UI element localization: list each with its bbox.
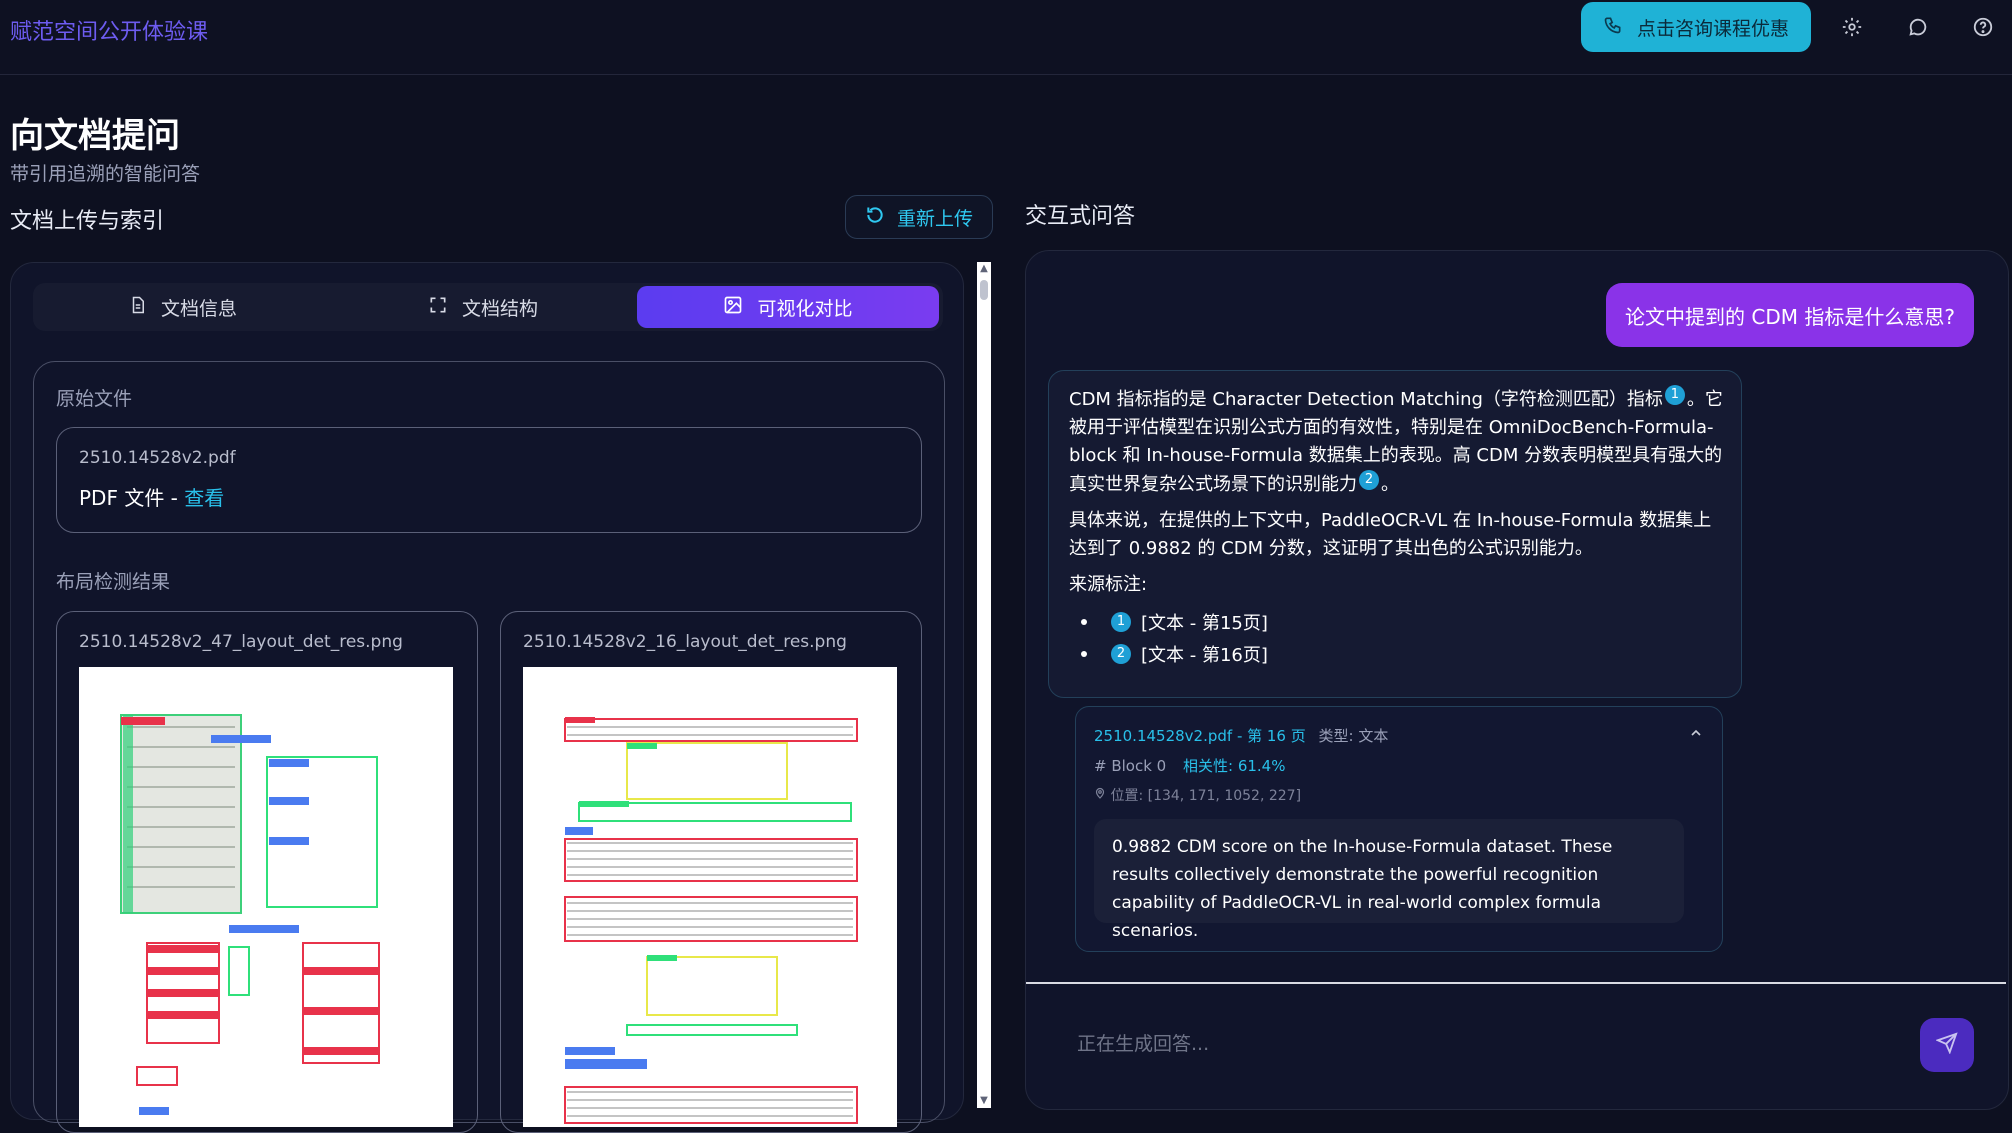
tab-document-structure[interactable]: 文档结构 xyxy=(333,283,633,331)
chat-input[interactable] xyxy=(1075,1029,1879,1059)
scroll-up-icon[interactable]: ▲ xyxy=(977,262,991,276)
tab-label: 文档信息 xyxy=(160,297,237,320)
source-header: 2510.14528v2.pdf - 第 16 页 类型: 文本 xyxy=(1094,725,1388,746)
answer-text: CDM 指标指的是 Character Detection Matching（字… xyxy=(1069,389,1663,410)
list-item[interactable]: 1 [文本 - 第15页] xyxy=(1081,606,1268,638)
layout-image[interactable] xyxy=(79,667,453,1127)
qa-section-title: 交互式问答 xyxy=(1025,204,1136,229)
layout-image-card[interactable]: 2510.14528v2_47_layout_det_res.png xyxy=(56,611,478,1133)
input-divider xyxy=(1026,982,2006,984)
block-id: # Block 0 xyxy=(1094,757,1167,775)
page-subtitle: 带引用追溯的智能问答 xyxy=(10,163,201,185)
file-type: PDF 文件 - 查看 xyxy=(79,482,224,511)
file-name: 2510.14528v2.pdf xyxy=(79,448,236,468)
answer-text: 。 xyxy=(1381,474,1399,495)
scrollbar-thumb[interactable] xyxy=(980,280,988,300)
upload-section-title: 文档上传与索引 xyxy=(10,209,165,234)
chat-icon[interactable] xyxy=(1906,15,1930,39)
source-title[interactable]: 2510.14528v2.pdf - 第 16 页 xyxy=(1094,727,1306,745)
answer-paragraph: 具体来说，在提供的上下文中，PaddleOCR-VL 在 In-house-Fo… xyxy=(1069,510,1712,559)
citation-badge: 2 xyxy=(1111,644,1131,664)
tab-label: 可视化对比 xyxy=(757,297,853,320)
consult-label: 点击咨询课程优惠 xyxy=(1636,17,1789,40)
source-position: 位置: [134, 171, 1052, 227] xyxy=(1094,785,1301,805)
layout-result-label: 布局检测结果 xyxy=(56,571,171,593)
source-meta: # Block 0 相关性: 61.4% xyxy=(1094,755,1285,776)
phone-icon xyxy=(1603,15,1623,40)
user-question-bubble: 论文中提到的 CDM 指标是什么意思? xyxy=(1606,283,1974,347)
citation-badge[interactable]: 1 xyxy=(1664,385,1685,405)
consult-button[interactable]: 点击咨询课程优惠 xyxy=(1581,2,1811,52)
reupload-label: 重新上传 xyxy=(896,207,973,230)
citation-badge[interactable]: 2 xyxy=(1359,470,1379,490)
file-card: 2510.14528v2.pdf PDF 文件 - 查看 xyxy=(56,427,922,533)
sources-list: 1 [文本 - 第15页] 2 [文本 - 第16页] xyxy=(1081,606,1268,670)
visual-compare-panel: 原始文件 2510.14528v2.pdf PDF 文件 - 查看 布局检测结果… xyxy=(33,361,945,1133)
view-link[interactable]: 查看 xyxy=(184,486,224,510)
location-icon xyxy=(1094,787,1110,804)
file-type-label: PDF 文件 - xyxy=(79,486,185,510)
document-panel: 文档信息 文档结构 可视化对比 原始文件 2510.14528v2.pdf PD… xyxy=(10,262,964,1133)
scroll-down-icon[interactable]: ▼ xyxy=(977,1094,991,1108)
send-icon xyxy=(1935,1032,1958,1058)
tab-visual-compare[interactable]: 可视化对比 xyxy=(637,286,939,328)
source-excerpt: 0.9882 CDM score on the In-house-Formula… xyxy=(1094,819,1684,941)
gear-icon[interactable] xyxy=(1840,15,1864,39)
page-title: 向文档提问 xyxy=(10,116,180,156)
document-icon xyxy=(129,295,147,320)
top-bar: 赋范空间公开体验课 点击咨询课程优惠 xyxy=(0,0,2012,75)
document-tabs: 文档信息 文档结构 可视化对比 xyxy=(33,283,943,331)
app-title[interactable]: 赋范空间公开体验课 xyxy=(10,14,208,46)
image-icon xyxy=(723,295,743,320)
list-item[interactable]: 2 [文本 - 第16页] xyxy=(1081,638,1268,670)
answer-paragraph: CDM 指标指的是 Character Detection Matching（字… xyxy=(1069,385,1729,499)
chevron-up-icon[interactable] xyxy=(1688,725,1704,745)
refresh-icon xyxy=(865,205,885,230)
source-text: [文本 - 第15页] xyxy=(1141,613,1268,634)
tab-document-info[interactable]: 文档信息 xyxy=(33,283,333,331)
layout-image-title: 2510.14528v2_16_layout_det_res.png xyxy=(523,632,847,652)
original-file-label: 原始文件 xyxy=(56,388,133,410)
source-text: [文本 - 第16页] xyxy=(1141,645,1268,666)
position-text: 位置: [134, 171, 1052, 227] xyxy=(1110,788,1302,804)
relevance-score: 相关性: 61.4% xyxy=(1183,757,1286,775)
bullet-icon xyxy=(1081,651,1087,657)
citation-badge: 1 xyxy=(1111,612,1131,632)
layout-image-title: 2510.14528v2_47_layout_det_res.png xyxy=(79,632,403,652)
scrollbar[interactable] xyxy=(977,262,991,1108)
source-type: 类型: 文本 xyxy=(1318,727,1389,745)
sources-label: 来源标注: xyxy=(1069,574,1148,595)
reupload-button[interactable]: 重新上传 xyxy=(845,195,993,239)
bullet-icon xyxy=(1081,619,1087,625)
help-icon[interactable] xyxy=(1971,15,1995,39)
assistant-answer: CDM 指标指的是 Character Detection Matching（字… xyxy=(1048,370,1742,698)
expand-icon xyxy=(428,295,448,320)
source-detail-card: 2510.14528v2.pdf - 第 16 页 类型: 文本 # Block… xyxy=(1075,706,1723,952)
send-button[interactable] xyxy=(1920,1018,1974,1072)
layout-image[interactable] xyxy=(523,667,897,1127)
layout-image-card[interactable]: 2510.14528v2_16_layout_det_res.png xyxy=(500,611,922,1133)
tab-label: 文档结构 xyxy=(461,297,538,320)
